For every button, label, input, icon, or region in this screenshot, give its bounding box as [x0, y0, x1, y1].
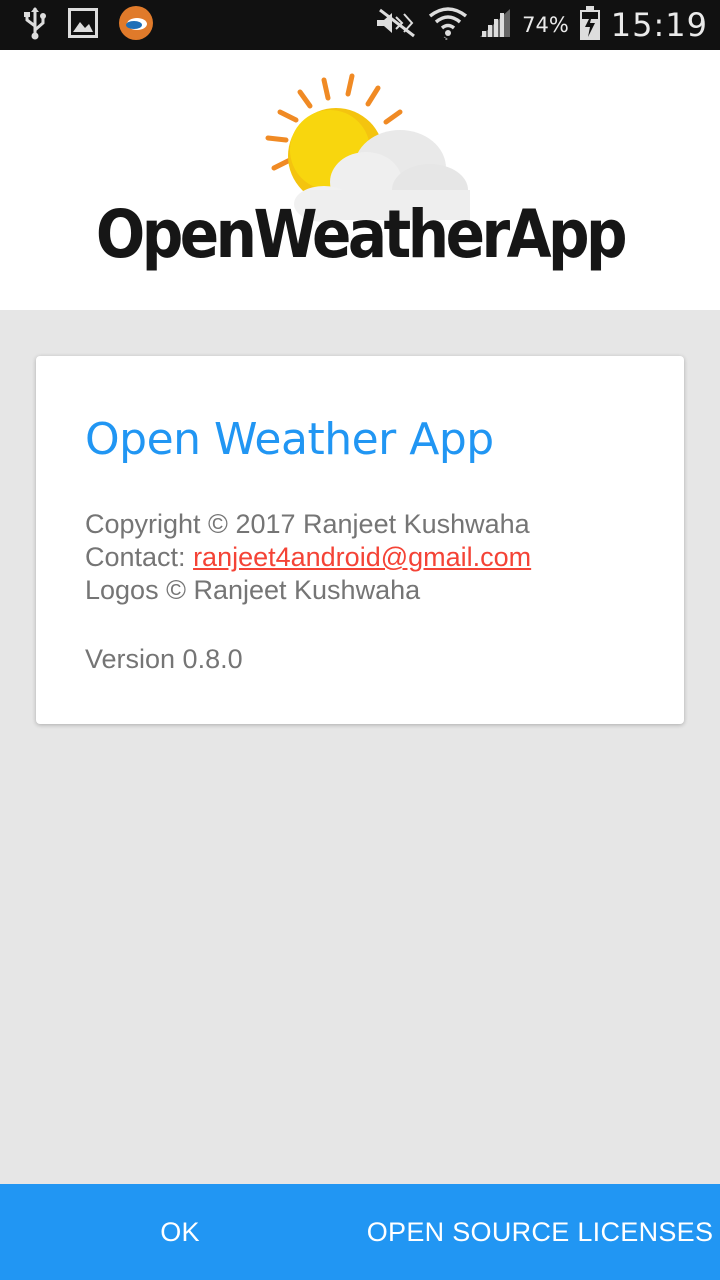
status-bar-time: 15:19	[610, 6, 708, 44]
credits-block: Copyright © 2017 Ranjeet Kushwaha Contac…	[85, 508, 636, 607]
contact-email-link[interactable]: ranjeet4android@gmail.com	[193, 542, 531, 572]
logo-wordmark: OpenWeatherApp	[95, 196, 628, 273]
open-source-licenses-button[interactable]: OPEN SOURCE LICENSES	[360, 1184, 720, 1280]
logos-line: Logos © Ranjeet Kushwaha	[85, 575, 421, 605]
copyright-line: Copyright © 2017 Ranjeet Kushwaha	[85, 509, 530, 539]
bottom-action-bar: OK OPEN SOURCE LICENSES	[0, 1184, 720, 1280]
status-bar-system: 74% 15:19	[364, 5, 708, 45]
wifi-icon	[428, 6, 468, 44]
contact-line: Contact: ranjeet4android@gmail.com	[85, 541, 636, 574]
contact-label: Contact:	[85, 542, 194, 572]
signal-icon	[478, 7, 512, 43]
app-title: Open Weather App	[85, 414, 494, 465]
mute-icon	[374, 8, 418, 42]
gallery-icon	[68, 8, 98, 42]
ok-button[interactable]: OK	[80, 1184, 280, 1280]
usb-icon	[22, 6, 48, 44]
about-card: Open Weather App Copyright © 2017 Ranjee…	[36, 356, 684, 724]
status-bar-notifications	[22, 5, 174, 45]
battery-charging-icon	[579, 5, 601, 45]
status-bar: 74% 15:19	[0, 0, 720, 50]
battery-percent: 74%	[522, 13, 569, 37]
app-header-logo: OpenWeatherApp	[0, 50, 720, 310]
weather-app-icon	[118, 5, 154, 45]
version-text: Version 0.8.0	[85, 644, 243, 674]
